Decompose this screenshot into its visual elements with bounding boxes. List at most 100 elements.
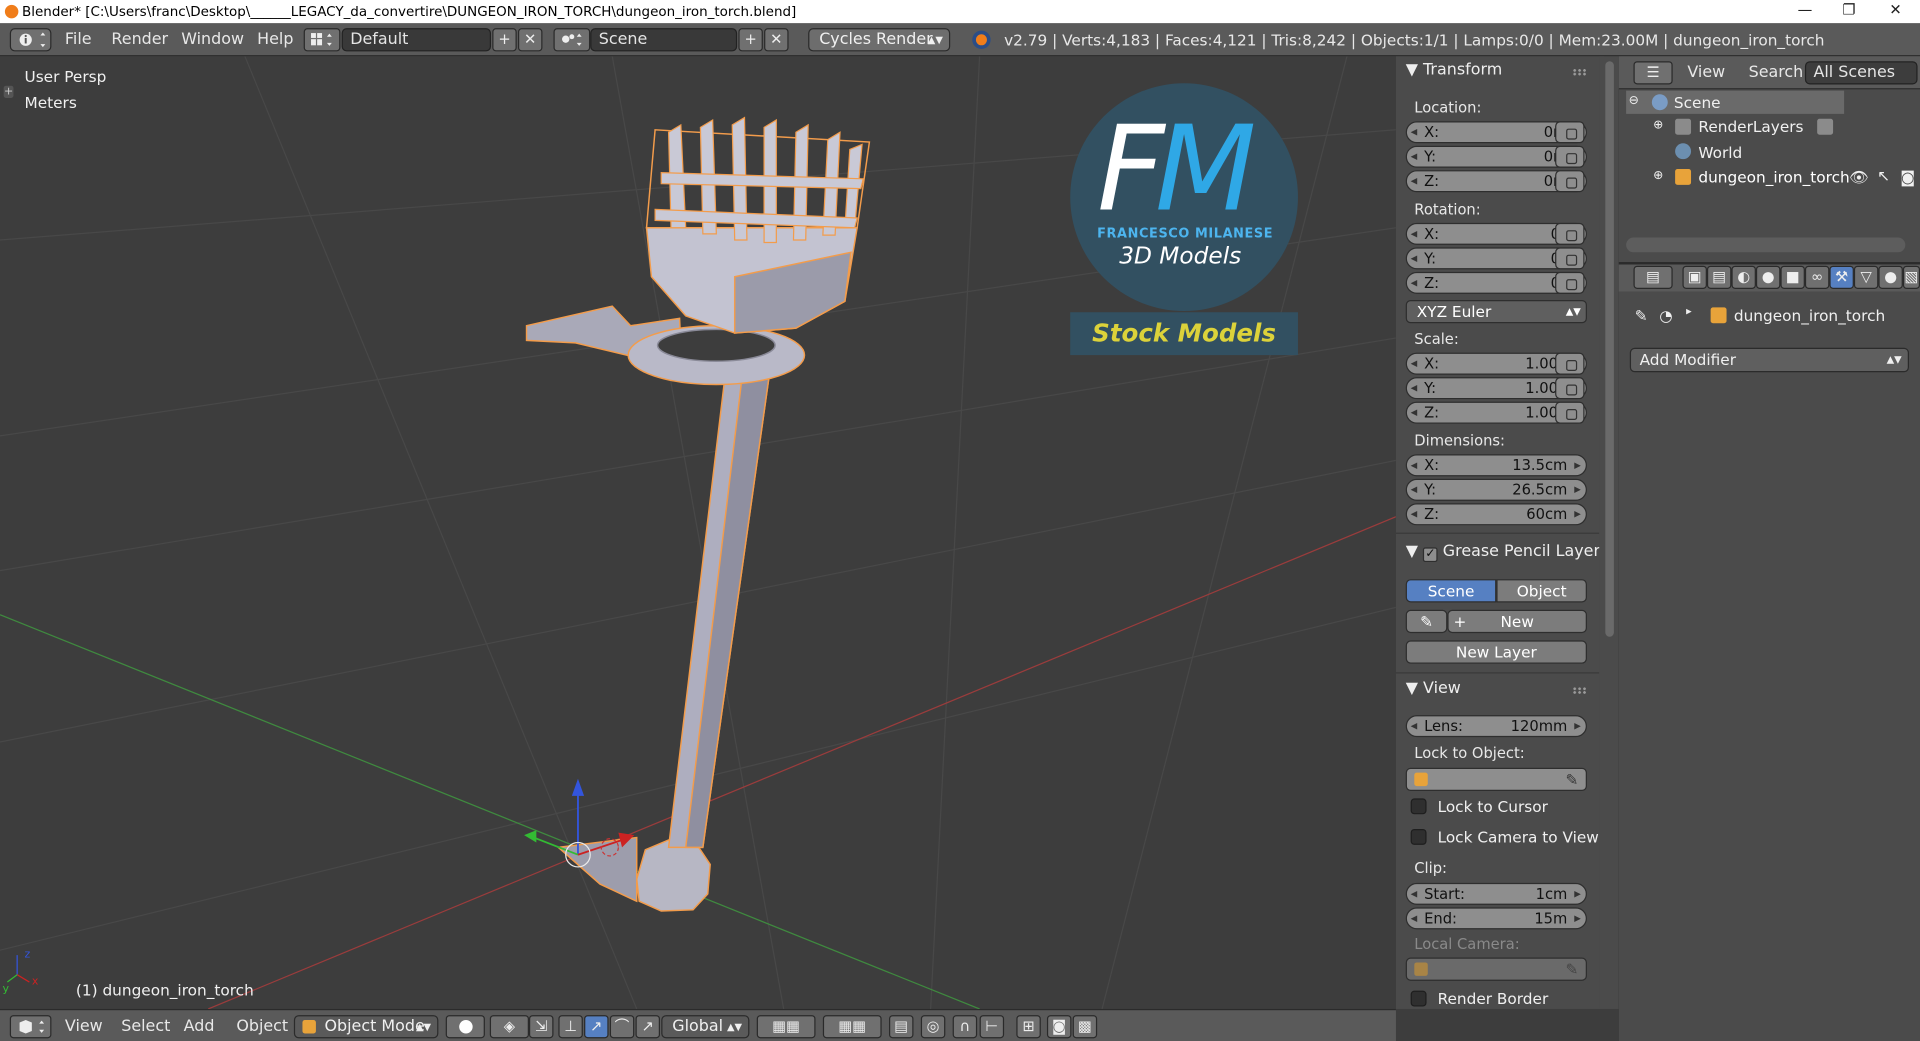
selectability-cursor-icon[interactable]: ↖ [1877, 167, 1890, 185]
tab-data-icon[interactable]: ▽ [1853, 265, 1879, 289]
snap-element-icon[interactable]: ⊢ [979, 1015, 1005, 1039]
close-button[interactable]: ✕ [1873, 0, 1917, 23]
layer-lock-icon[interactable]: ▤ [888, 1015, 914, 1039]
3d-viewport[interactable]: z x y User Persp Meters (1) dungeon_iron… [0, 56, 1396, 1009]
layers-row1-icon[interactable]: ▦▦ [756, 1015, 816, 1039]
orientation-dropdown[interactable]: Global ▲▼ [661, 1015, 750, 1039]
tab-scene-icon[interactable]: ◐ [1731, 265, 1756, 289]
tab-gp-object[interactable]: Object [1496, 579, 1587, 603]
gp-pencil-icon[interactable]: ✎ [1405, 609, 1448, 634]
menu-view[interactable]: View [65, 1018, 103, 1036]
translate-manipulator-icon[interactable]: ⊥ [558, 1015, 583, 1039]
outliner-editor-type-icon[interactable]: ☰ [1633, 61, 1673, 85]
tab-gp-scene[interactable]: Scene [1405, 579, 1497, 603]
render-engine-dropdown[interactable]: Cycles Render ▲▼ [808, 28, 951, 52]
rotate-manipulator-icon[interactable]: ↗ [584, 1015, 609, 1039]
lock-cursor-checkbox[interactable] [1410, 798, 1427, 815]
menu-select[interactable]: Select [121, 1018, 170, 1036]
outliner-item-dungeon-iron-torch[interactable]: dungeon_iron_torch [1698, 168, 1849, 186]
lock-rotation-x-icon[interactable] [1555, 222, 1585, 245]
pivot-point-icon[interactable]: ◈ [489, 1015, 529, 1039]
outliner-item-scene[interactable]: Scene [1674, 93, 1721, 111]
render-border-checkbox[interactable] [1410, 990, 1427, 1007]
lock-rotation-z-icon[interactable] [1555, 271, 1585, 294]
transform-panel-title[interactable]: ▼ Transform [1406, 61, 1503, 79]
outliner-item-world[interactable]: World [1698, 143, 1742, 161]
outliner-menu-search[interactable]: Search [1749, 64, 1804, 82]
properties-editor[interactable] [1618, 262, 1920, 1041]
dimension-x-field[interactable]: ◀ X: 13.5cm ▶ [1405, 454, 1587, 477]
tab-object-icon[interactable]: ■ [1780, 265, 1805, 289]
expand-icon[interactable]: ⊕ [1653, 169, 1663, 182]
menu-add[interactable]: Add [184, 1018, 215, 1036]
tab-renderlayers-icon[interactable]: ▤ [1706, 265, 1732, 289]
collapse-icon[interactable]: ⊖ [1629, 94, 1639, 107]
menu-object[interactable]: Object [236, 1018, 288, 1036]
screen-layout-field[interactable]: Default [341, 28, 492, 52]
outliner-hscrollbar[interactable] [1626, 237, 1906, 253]
render-animation-icon[interactable]: ▩ [1072, 1015, 1098, 1039]
snap-icon[interactable]: ∩ [952, 1015, 978, 1039]
minimize-button[interactable]: — [1783, 0, 1827, 23]
lock-scale-z-icon[interactable] [1555, 401, 1585, 424]
tab-modifiers-wrench-icon[interactable]: ⚒ [1829, 265, 1854, 289]
properties-editor-type-icon[interactable]: ▤ [1633, 265, 1673, 289]
layers-row2-icon[interactable]: ▦▦ [822, 1015, 882, 1039]
pin-icon[interactable]: ✎ [1635, 306, 1648, 324]
lock-scale-y-icon[interactable] [1555, 377, 1585, 400]
lock-camera-checkbox[interactable] [1410, 828, 1427, 845]
outliner-item-renderlayers[interactable]: RenderLayers [1698, 118, 1803, 136]
menu-file[interactable]: File [65, 31, 92, 49]
shelf-scrollbar[interactable] [1599, 56, 1619, 1009]
manipulator-toggle-icon[interactable]: ⇲ [528, 1015, 554, 1039]
render-still-icon[interactable]: ◙ [1046, 1015, 1072, 1039]
viewport-shading-icon[interactable] [445, 1015, 485, 1039]
add-modifier-dropdown[interactable]: Add Modifier ▲▼ [1629, 347, 1909, 373]
maximize-button[interactable]: ❐ [1827, 0, 1871, 23]
scene-selector-icon[interactable] [553, 28, 591, 52]
scrollbar-thumb[interactable] [1605, 61, 1614, 637]
remove-screen-icon[interactable]: ✕ [517, 28, 543, 52]
panel-grip-icon[interactable] [1572, 68, 1587, 76]
view-panel-title[interactable]: ▼ View [1406, 680, 1461, 698]
tab-world-icon[interactable]: ● [1755, 265, 1781, 289]
grease-pencil-panel-title[interactable]: ▼ ✓ Grease Pencil Layer [1406, 542, 1600, 563]
clip-end-field[interactable]: ◀ End: 15m ▶ [1405, 907, 1587, 930]
lock-object-field[interactable]: ✎ [1405, 767, 1587, 792]
transform-orientation-icon[interactable]: ↗ [635, 1015, 661, 1039]
tab-texture-icon[interactable]: ▧ [1902, 265, 1920, 289]
editor-type-3dview-button[interactable] [9, 1015, 52, 1039]
editor-type-info-button[interactable] [9, 28, 52, 52]
menu-help[interactable]: Help [257, 31, 293, 49]
lock-location-y-icon[interactable] [1555, 145, 1585, 168]
proportional-edit-icon[interactable]: ◎ [920, 1015, 946, 1039]
dimension-y-field[interactable]: ◀ Y: 26.5cm ▶ [1405, 478, 1587, 501]
clip-start-field[interactable]: ◀ Start: 1cm ▶ [1405, 882, 1587, 905]
scale-manipulator-icon[interactable]: ⌒ [609, 1015, 635, 1039]
snap-target-icon[interactable]: ⊞ [1016, 1015, 1041, 1039]
menu-render[interactable]: Render [111, 31, 168, 49]
menu-window[interactable]: Window [181, 31, 244, 49]
lock-location-z-icon[interactable] [1555, 170, 1585, 193]
panel-grip-icon[interactable] [1572, 686, 1587, 695]
tab-constraints-icon[interactable]: ∞ [1804, 265, 1830, 289]
expand-icon[interactable]: ⊕ [1653, 119, 1663, 132]
rotation-mode-dropdown[interactable]: XYZ Euler ▲▼ [1405, 300, 1587, 324]
outliner-menu-view[interactable]: View [1687, 64, 1725, 82]
grease-pencil-checkbox[interactable]: ✓ [1423, 547, 1438, 563]
add-screen-icon[interactable]: + [492, 28, 517, 52]
local-camera-field[interactable]: ✎ [1405, 957, 1587, 981]
lens-field[interactable]: ◀ Lens: 120mm ▶ [1405, 715, 1587, 738]
lock-location-x-icon[interactable] [1555, 121, 1585, 144]
scene-field[interactable]: Scene [590, 28, 738, 52]
add-scene-icon[interactable]: + [738, 28, 763, 52]
remove-scene-icon[interactable]: ✕ [764, 28, 789, 52]
dimension-z-field[interactable]: ◀ Z: 60cm ▶ [1405, 503, 1587, 526]
tab-render-icon[interactable]: ▣ [1682, 265, 1707, 289]
screen-layout-icon[interactable] [303, 28, 341, 52]
lock-rotation-y-icon[interactable] [1555, 247, 1585, 270]
lock-scale-x-icon[interactable] [1555, 352, 1585, 375]
tab-material-icon[interactable]: ● [1878, 265, 1903, 289]
gp-new-layer-button[interactable]: New Layer [1405, 640, 1587, 664]
render-camera-icon[interactable]: ◙ [1900, 168, 1915, 186]
